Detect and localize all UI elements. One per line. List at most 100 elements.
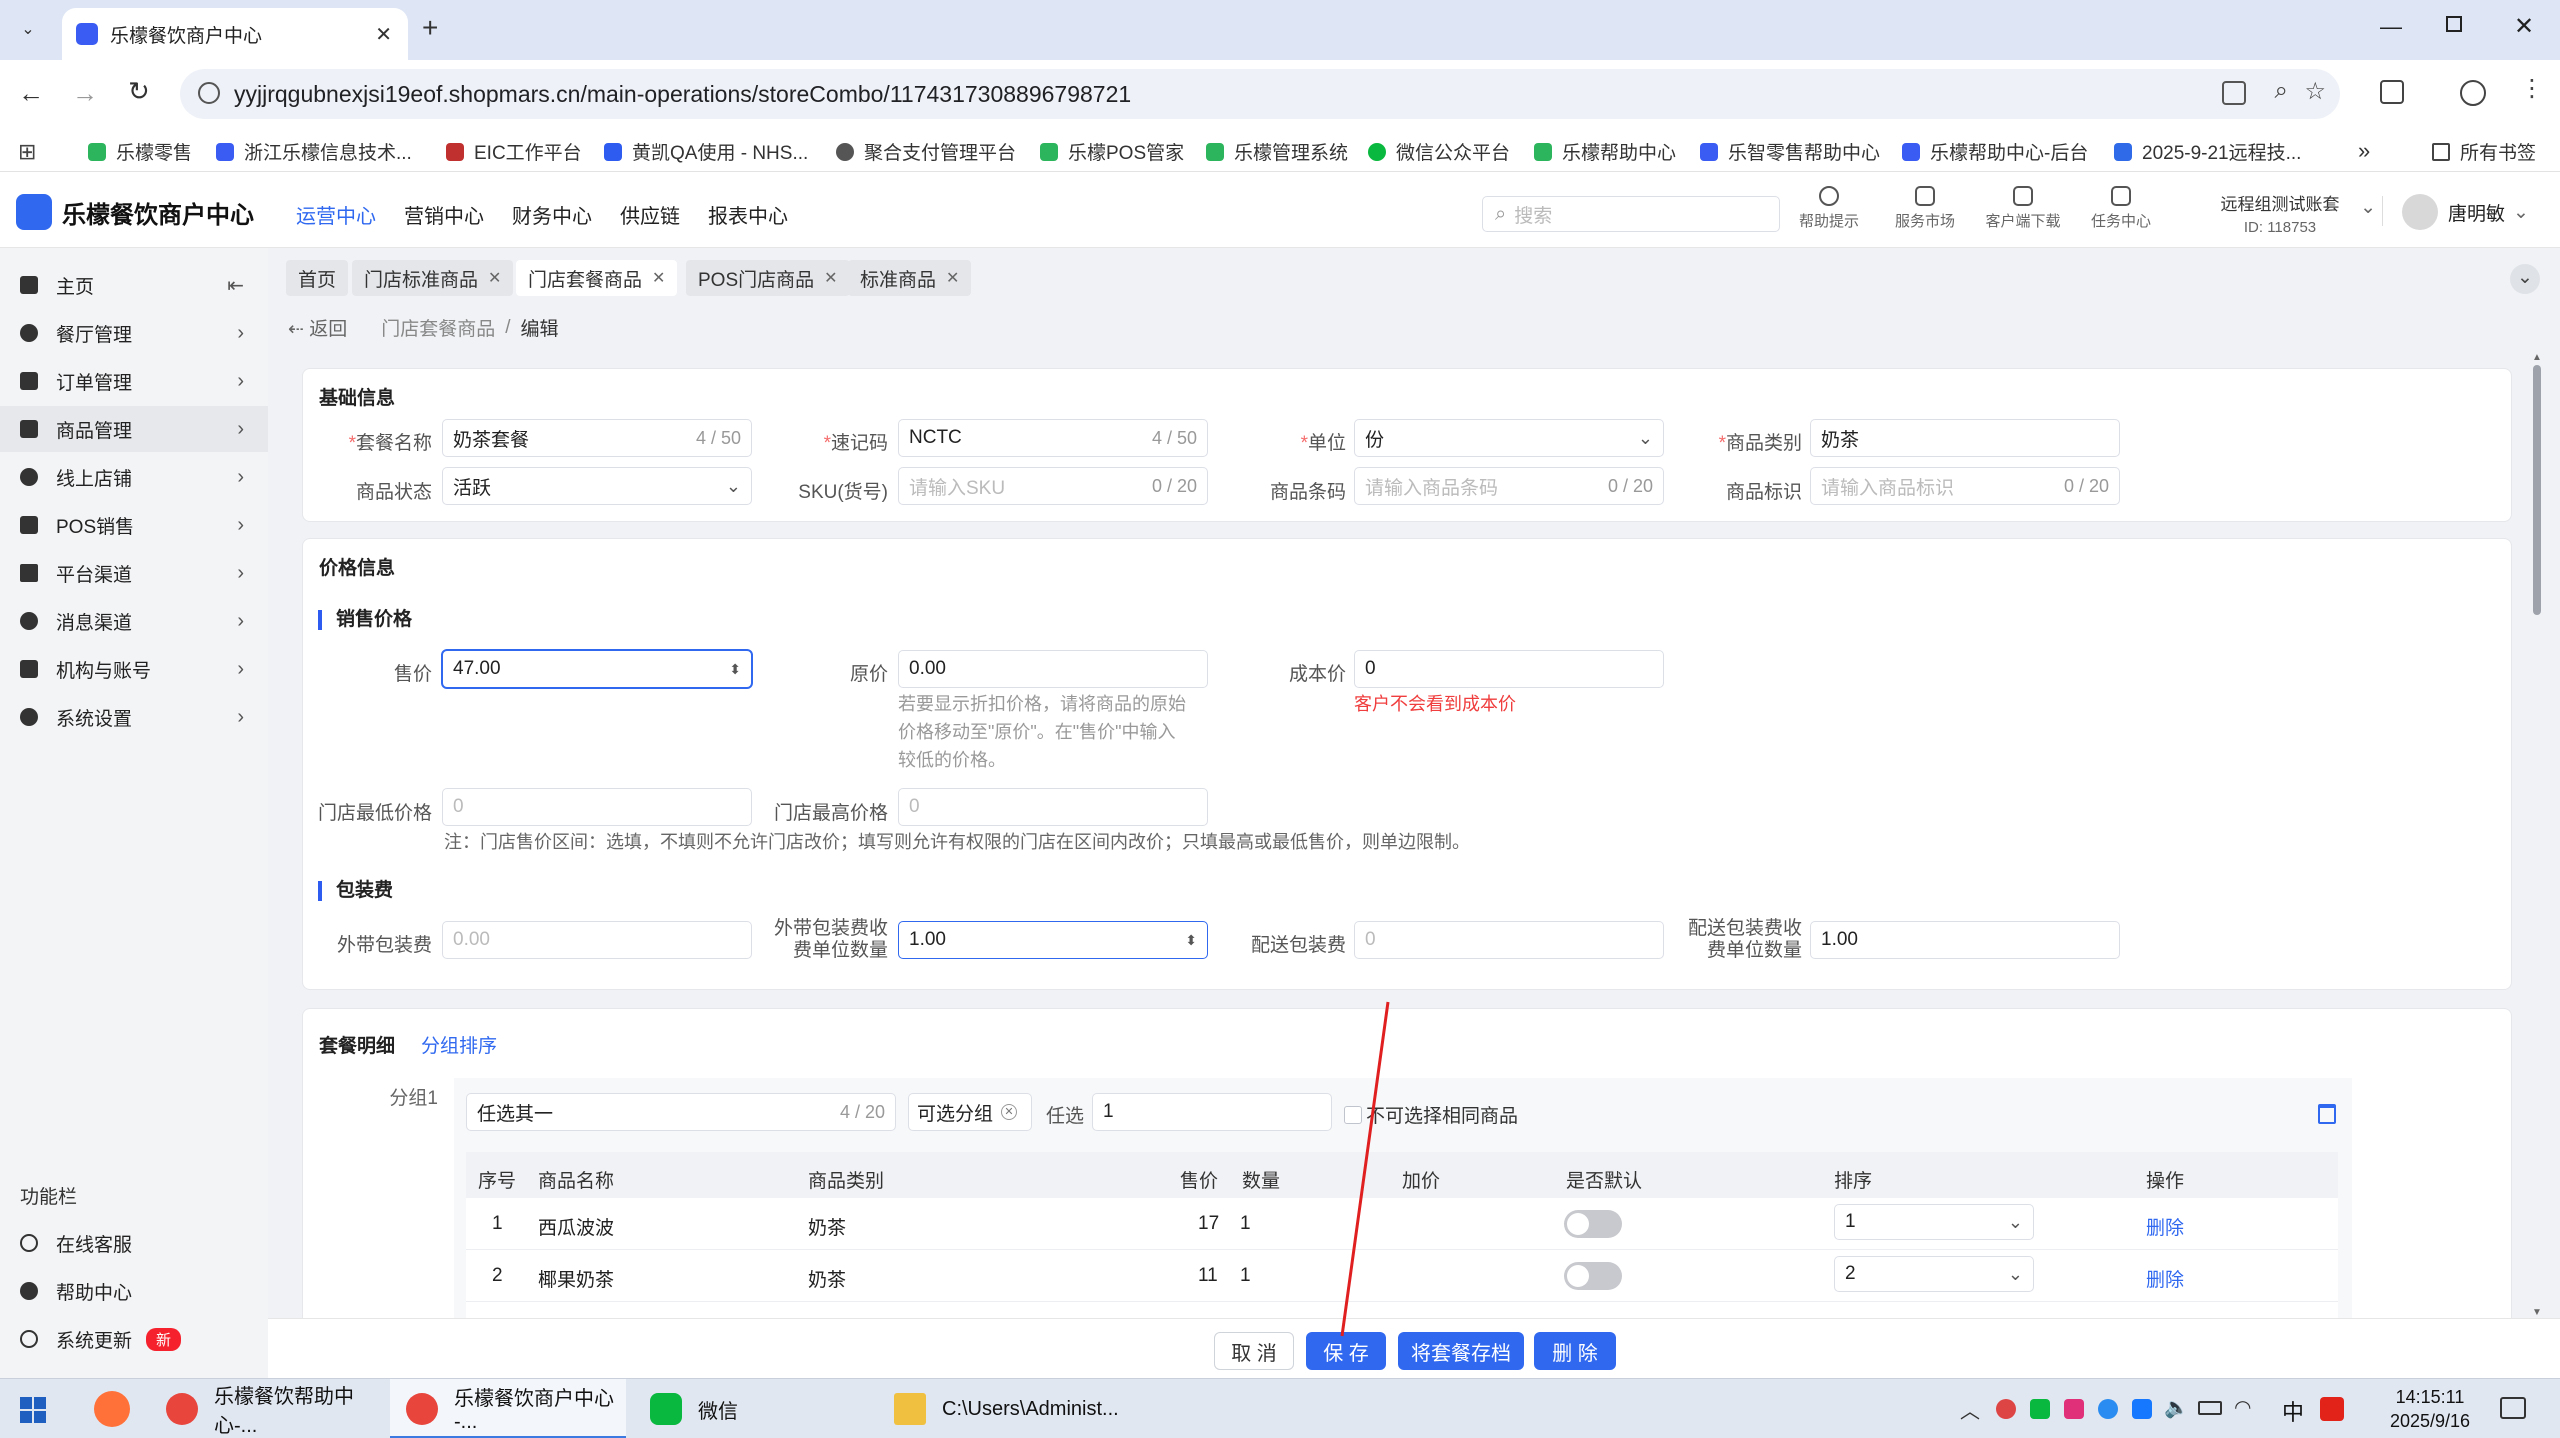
category-input[interactable]: 奶茶 xyxy=(1810,419,2120,457)
windows-start-icon[interactable] xyxy=(20,1397,46,1423)
group-name-input[interactable]: 任选其一 4 / 20 xyxy=(466,1093,896,1131)
volume-icon[interactable]: 🔈 xyxy=(2164,1395,2189,1420)
menu-icon[interactable]: ⋮ xyxy=(2520,74,2544,103)
account-switcher[interactable]: 远程组测试账套 ID: 118753 ⌄ xyxy=(2200,190,2377,236)
nav-supply[interactable]: 供应链 xyxy=(620,200,680,229)
sidebar-item-orders[interactable]: 订单管理 › xyxy=(0,358,268,404)
bookmark-item[interactable]: 微信公众平台 xyxy=(1368,138,1510,165)
app-logo[interactable]: 乐檬餐饮商户中心 xyxy=(16,194,254,230)
close-icon[interactable]: ✕ xyxy=(652,268,665,288)
bookmark-star-icon[interactable]: ☆ xyxy=(2304,77,2326,106)
firefox-icon[interactable] xyxy=(94,1391,130,1427)
default-toggle[interactable] xyxy=(1564,1262,1622,1290)
product-tag-input[interactable]: 请输入商品标识 0 / 20 xyxy=(1810,467,2120,505)
ime-indicator[interactable]: 中 xyxy=(2282,1395,2304,1427)
page-scrollbar[interactable]: ▲ ▼ xyxy=(2530,352,2544,1318)
service-market-button[interactable]: 服务市场 xyxy=(1890,186,1960,231)
sogou-icon[interactable] xyxy=(2320,1397,2344,1421)
archive-button[interactable]: 将套餐存档 xyxy=(1398,1332,1524,1370)
taskbar-item-wechat[interactable]: 微信 xyxy=(634,1379,870,1438)
zoom-icon[interactable]: ⌕ xyxy=(2275,77,2288,105)
page-tab-pos-store[interactable]: POS门店商品 ✕ xyxy=(686,260,850,296)
taskbar-item-chrome-merchant[interactable]: 乐檬餐饮商户中心 -... xyxy=(390,1379,626,1438)
wifi-icon[interactable]: ◠ xyxy=(2234,1395,2251,1420)
sidebar-item-platform[interactable]: 平台渠道 › xyxy=(0,550,268,596)
browser-tab-active[interactable]: 乐檬餐饮商户中心 ✕ xyxy=(62,8,408,60)
sort-select[interactable]: 1 ⌄ xyxy=(1834,1204,2034,1240)
delete-button[interactable]: 删 除 xyxy=(1534,1332,1616,1370)
sale-price-input[interactable]: 47.00 ⬍ xyxy=(442,650,752,688)
sort-select[interactable]: 2 ⌄ xyxy=(1834,1256,2034,1292)
client-download-button[interactable]: 客户端下载 xyxy=(1982,186,2064,231)
nav-operations[interactable]: 运营中心 xyxy=(296,200,376,229)
sidebar-item-pos[interactable]: POS销售 › xyxy=(0,502,268,548)
max-price-input[interactable]: 0 xyxy=(898,788,1208,826)
bookmark-item[interactable]: 乐智零售帮助中心 xyxy=(1700,138,1880,165)
site-info-icon[interactable] xyxy=(198,82,220,104)
bookmark-item[interactable]: 乐檬帮助中心 xyxy=(1534,138,1676,165)
taskbar-item-chrome-help[interactable]: 乐檬餐饮帮助中心-... xyxy=(150,1379,386,1438)
delivery-fee-input[interactable]: 0 xyxy=(1354,921,1664,959)
bookmark-item[interactable]: 乐檬管理系统 xyxy=(1206,138,1348,165)
tray-icon[interactable] xyxy=(2132,1399,2152,1419)
unit-select[interactable]: 份 ⌄ xyxy=(1354,419,1664,457)
delete-row-link[interactable]: 删除 xyxy=(2146,1213,2184,1240)
sidebar-item-message[interactable]: 消息渠道 › xyxy=(0,598,268,644)
sku-input[interactable]: 请输入SKU 0 / 20 xyxy=(898,467,1208,505)
close-icon[interactable]: ✕ xyxy=(824,268,837,288)
help-center-link[interactable]: 帮助中心 xyxy=(0,1268,268,1314)
nav-finance[interactable]: 财务中心 xyxy=(512,200,592,229)
tab-search-icon[interactable]: ⌄ xyxy=(14,16,42,44)
tray-icon[interactable] xyxy=(2064,1399,2084,1419)
default-toggle[interactable] xyxy=(1564,1210,1622,1238)
window-close-icon[interactable]: ✕ xyxy=(2514,12,2534,41)
close-icon[interactable]: ✕ xyxy=(488,268,501,288)
bookmark-item[interactable]: 乐檬帮助中心-后台 xyxy=(1902,138,2088,165)
notification-icon[interactable] xyxy=(2500,1397,2526,1419)
forward-icon[interactable]: → xyxy=(72,78,98,109)
barcode-input[interactable]: 请输入商品条码 0 / 20 xyxy=(1354,467,1664,505)
sidebar-item-org[interactable]: 机构与账号 › xyxy=(0,646,268,692)
choose-count-input[interactable]: 1 xyxy=(1092,1093,1332,1131)
original-price-input[interactable]: 0.00 xyxy=(898,650,1208,688)
sidebar-item-restaurant[interactable]: 餐厅管理 › xyxy=(0,310,268,356)
collapse-sidebar-icon[interactable]: ⇤ xyxy=(227,273,244,298)
page-tab-store-standard[interactable]: 门店标准商品 ✕ xyxy=(352,260,514,296)
page-tab-standard[interactable]: 标准商品 ✕ xyxy=(848,260,972,296)
sidebar-item-online-store[interactable]: 线上店铺 › xyxy=(0,454,268,500)
profile-icon[interactable] xyxy=(2460,80,2486,106)
header-search[interactable]: ⌕ 搜索 xyxy=(1482,196,1780,232)
taskbar-item-explorer[interactable]: C:\Users\Administ... xyxy=(878,1379,1119,1438)
restore-icon[interactable] xyxy=(2446,16,2462,32)
delete-row-link[interactable]: 删除 xyxy=(2146,1265,2184,1292)
back-link[interactable]: ⇠ 返回 xyxy=(288,314,347,341)
back-icon[interactable]: ← xyxy=(18,78,44,109)
url-bar[interactable]: yyjjrqgubnexjsi19eof.shopmars.cn/main-op… xyxy=(180,69,2340,119)
scrollbar-thumb[interactable] xyxy=(2533,365,2541,615)
group-sort-link[interactable]: 分组排序 xyxy=(421,1031,497,1058)
bookmark-item[interactable]: 乐檬POS管家 xyxy=(1040,138,1184,165)
translate-icon[interactable] xyxy=(2222,81,2246,105)
reload-icon[interactable]: ↻ xyxy=(128,76,150,107)
delivery-unit-input[interactable]: 1.00 xyxy=(1810,921,2120,959)
bookmark-item[interactable]: 乐檬零售 xyxy=(88,138,192,165)
apps-grid-icon[interactable]: ⊞ xyxy=(18,139,36,165)
nav-reports[interactable]: 报表中心 xyxy=(708,200,788,229)
sidebar-item-settings[interactable]: 系统设置 › xyxy=(0,694,268,740)
battery-icon[interactable] xyxy=(2198,1401,2222,1415)
page-tab-home[interactable]: 首页 xyxy=(286,260,349,296)
page-tab-store-combo[interactable]: 门店套餐商品 ✕ xyxy=(516,260,678,296)
tray-icon[interactable] xyxy=(2098,1399,2118,1419)
clock[interactable]: 14:15:11 2025/9/16 xyxy=(2370,1385,2490,1433)
system-update-link[interactable]: 系统更新 新 xyxy=(0,1316,268,1362)
shortcode-input[interactable]: NCTC 4 / 50 xyxy=(898,419,1208,457)
help-tip-button[interactable]: 帮助提示 xyxy=(1794,186,1864,231)
online-service-link[interactable]: 在线客服 xyxy=(0,1220,268,1266)
stepper-icon[interactable]: ⬍ xyxy=(729,661,741,678)
tray-icon[interactable] xyxy=(1996,1399,2016,1419)
sidebar-item-products[interactable]: 商品管理 › xyxy=(0,406,268,452)
bookmark-item[interactable]: EIC工作平台 xyxy=(446,138,582,165)
bookmark-item[interactable]: 聚合支付管理平台 xyxy=(836,138,1016,165)
min-price-input[interactable]: 0 xyxy=(442,788,752,826)
takeout-fee-input[interactable]: 0.00 xyxy=(442,921,752,959)
